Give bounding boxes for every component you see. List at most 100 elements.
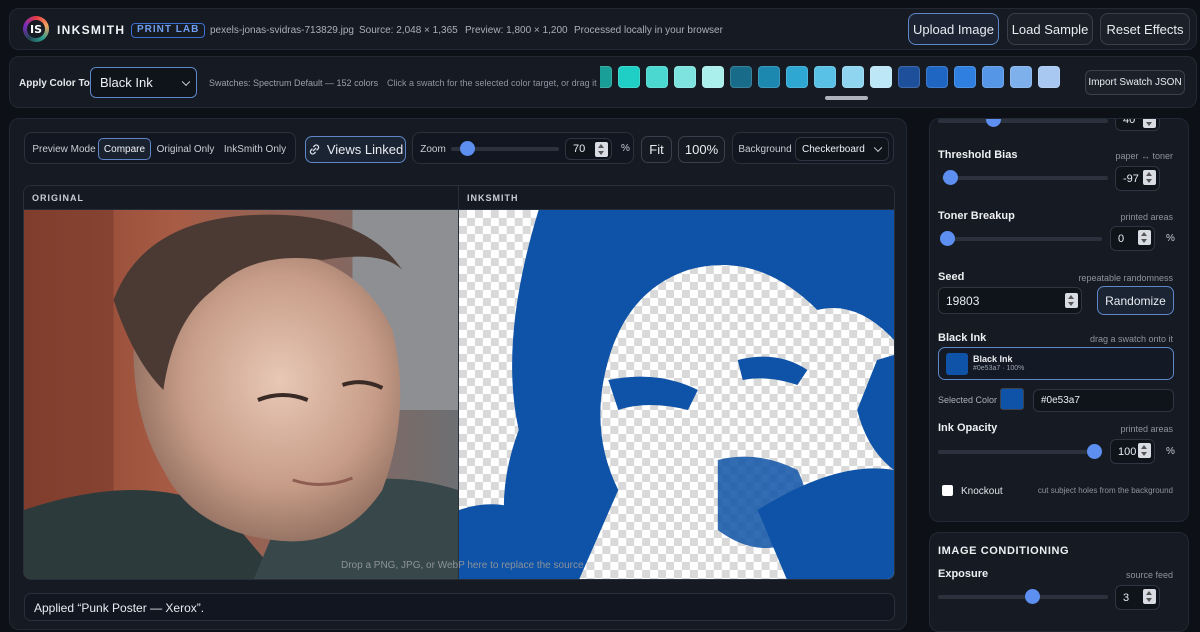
- knockout-checkbox[interactable]: [942, 485, 953, 496]
- ink-opacity-input[interactable]: 100: [1110, 439, 1155, 464]
- source-size: Source: 2,048 × 1,365: [359, 25, 458, 36]
- seed-title: Seed: [938, 271, 965, 283]
- original-label: ORIGINAL: [24, 186, 458, 210]
- zoom-100-button[interactable]: 100%: [678, 136, 725, 163]
- black-ink-chip: [946, 353, 968, 375]
- color-swatch[interactable]: [730, 66, 752, 88]
- file-name: pexels-jonas-svidras-713829.jpg: [210, 25, 354, 36]
- seed-value: 19803: [946, 293, 980, 308]
- exposure-stepper[interactable]: [1143, 589, 1156, 604]
- zoom-slider-handle[interactable]: [459, 141, 475, 156]
- swatch-strip: [600, 66, 1082, 94]
- exposure-slider[interactable]: [938, 589, 1108, 604]
- color-swatch[interactable]: [646, 66, 668, 88]
- top-slider-handle[interactable]: [986, 119, 1001, 127]
- inksmith-pane[interactable]: INKSMITH: [458, 185, 895, 580]
- toner-breakup-title: Toner Breakup: [938, 210, 1015, 222]
- mode-inksmith-only[interactable]: InkSmith Only: [220, 138, 290, 160]
- toner-breakup-value: 0: [1118, 232, 1125, 245]
- toner-breakup-unit: %: [1166, 233, 1175, 244]
- seed-hint: repeatable randomness: [1078, 273, 1173, 283]
- fit-button[interactable]: Fit: [641, 136, 672, 163]
- seed-stepper[interactable]: [1065, 293, 1078, 308]
- exposure-input[interactable]: 3: [1115, 585, 1160, 610]
- ink-opacity-slider[interactable]: [938, 444, 1102, 459]
- top-input[interactable]: 40: [1115, 119, 1160, 131]
- zoom-stepper[interactable]: [595, 142, 608, 157]
- color-swatch[interactable]: [954, 66, 976, 88]
- mode-compare[interactable]: Compare: [98, 138, 151, 160]
- swatch-scrollbar[interactable]: [825, 96, 868, 100]
- original-pane[interactable]: ORIGINAL: [23, 185, 459, 580]
- threshold-bias-input[interactable]: -97: [1115, 166, 1160, 191]
- zoom-value: 70: [573, 143, 586, 155]
- toner-breakup-hint: printed areas: [1120, 212, 1173, 222]
- ink-opacity-stepper[interactable]: [1138, 443, 1151, 458]
- color-swatch[interactable]: [618, 66, 640, 88]
- toner-breakup-stepper[interactable]: [1138, 230, 1151, 245]
- brand-name: INKSMITH: [57, 23, 126, 37]
- threshold-bias-hint: paper ↔ toner: [1115, 151, 1173, 161]
- toner-breakup-slider[interactable]: [940, 231, 1102, 246]
- exposure-hint: source feed: [1125, 570, 1173, 580]
- import-swatch-json-button[interactable]: Import Swatch JSON: [1085, 70, 1185, 95]
- inksmith-label: INKSMITH: [459, 186, 894, 210]
- color-swatch[interactable]: [898, 66, 920, 88]
- color-swatch[interactable]: [702, 66, 724, 88]
- seed-input[interactable]: 19803: [938, 287, 1082, 314]
- color-swatch[interactable]: [982, 66, 1004, 88]
- swatch-bar: Apply Color To Black Ink Swatches: Spect…: [9, 56, 1197, 108]
- toner-breakup-input[interactable]: 0: [1110, 226, 1155, 251]
- zoom-slider[interactable]: [451, 141, 559, 156]
- views-linked-button[interactable]: Views Linked: [305, 136, 406, 163]
- threshold-bias-value: -97: [1123, 172, 1139, 185]
- ink-opacity-handle[interactable]: [1087, 444, 1102, 459]
- load-sample-button[interactable]: Load Sample: [1007, 13, 1093, 45]
- color-swatch[interactable]: [1038, 66, 1060, 88]
- apply-color-select[interactable]: Black Ink: [90, 67, 197, 98]
- swatch-info: Swatches: Spectrum Default — 152 colors: [209, 78, 379, 88]
- threshold-bias-stepper[interactable]: [1143, 170, 1156, 185]
- threshold-bias-handle[interactable]: [943, 170, 958, 185]
- black-ink-target[interactable]: Black Ink #0e53a7 · 100%: [938, 347, 1174, 380]
- upload-image-button[interactable]: Upload Image: [908, 13, 999, 45]
- drop-hint: Drop a PNG, JPG, or WebP here to replace…: [341, 560, 584, 571]
- exposure-title: Exposure: [938, 568, 989, 580]
- top-slider[interactable]: [938, 119, 1108, 127]
- chevron-down-icon: [873, 143, 883, 153]
- black-ink-hint: drag a swatch onto it: [1089, 334, 1173, 344]
- randomize-button[interactable]: Randomize: [1097, 286, 1174, 315]
- print-lab-badge: PRINT LAB: [131, 23, 206, 38]
- color-swatch[interactable]: [786, 66, 808, 88]
- knockout-label: Knockout: [961, 486, 1003, 497]
- threshold-bias-slider[interactable]: [942, 170, 1108, 185]
- black-ink-name: Black Ink: [973, 354, 1013, 364]
- color-swatch[interactable]: [870, 66, 892, 88]
- reset-effects-button[interactable]: Reset Effects: [1100, 13, 1190, 45]
- toner-breakup-handle[interactable]: [940, 231, 955, 246]
- color-swatch[interactable]: [814, 66, 836, 88]
- color-swatch[interactable]: [758, 66, 780, 88]
- color-swatch[interactable]: [1010, 66, 1032, 88]
- ink-opacity-hint: printed areas: [1120, 424, 1173, 434]
- background-value: Checkerboard: [802, 143, 865, 155]
- zoom-input[interactable]: 70: [565, 138, 612, 160]
- chevron-down-icon: [181, 77, 191, 86]
- background-select[interactable]: Checkerboard: [795, 137, 889, 161]
- selected-color-chip[interactable]: [1000, 388, 1024, 410]
- threshold-bias-title: Threshold Bias: [938, 149, 1018, 161]
- link-icon: [309, 144, 319, 155]
- color-swatch[interactable]: [600, 66, 612, 88]
- top-stepper[interactable]: [1143, 119, 1156, 128]
- apply-color-label: Apply Color To: [19, 78, 90, 89]
- mode-original-only[interactable]: Original Only: [154, 138, 217, 160]
- preview-size: Preview: 1,800 × 1,200: [465, 25, 568, 36]
- exposure-handle[interactable]: [1025, 589, 1040, 604]
- selected-color-hex-input[interactable]: #0e53a7: [1033, 389, 1174, 412]
- color-swatch[interactable]: [842, 66, 864, 88]
- color-swatch[interactable]: [926, 66, 948, 88]
- background-group: Background Checkerboard: [732, 132, 894, 164]
- image-conditioning-panel: IMAGE CONDITIONING Exposure source feed …: [929, 532, 1189, 632]
- color-swatch[interactable]: [674, 66, 696, 88]
- zoom-label: Zoom: [420, 143, 446, 155]
